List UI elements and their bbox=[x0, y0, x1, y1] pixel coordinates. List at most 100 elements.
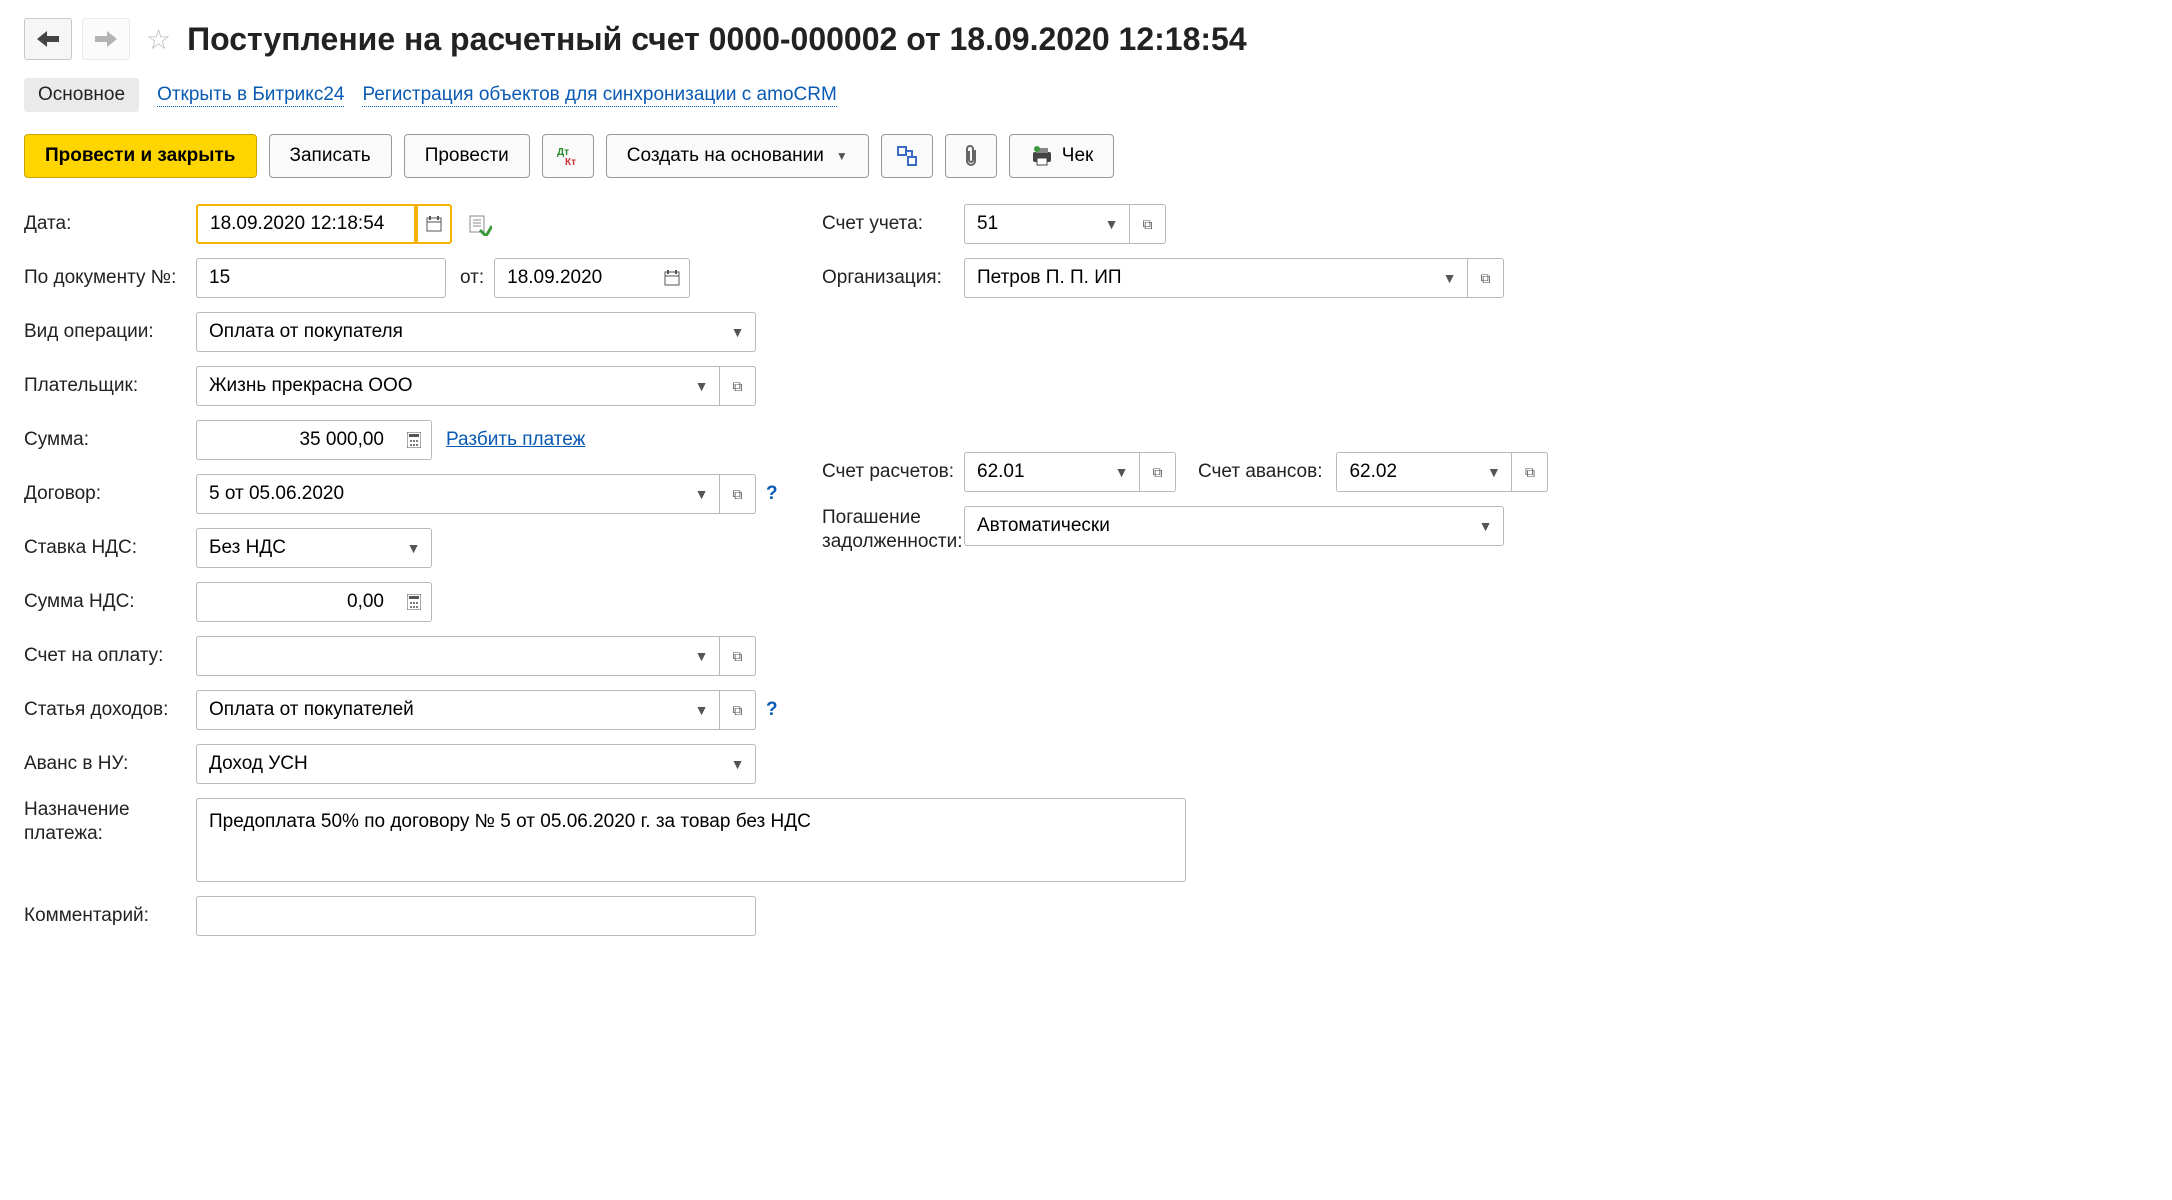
svg-text:Кт: Кт bbox=[565, 157, 576, 167]
comment-field[interactable] bbox=[207, 904, 745, 928]
op-type-label: Вид операции: bbox=[24, 321, 196, 343]
advance-acc-field[interactable] bbox=[1347, 460, 1466, 484]
advance-nu-label: Аванс в НУ: bbox=[24, 753, 196, 775]
vat-rate-dropdown-button[interactable]: ▼ bbox=[396, 528, 432, 568]
doc-no-label: По документу №: bbox=[24, 267, 196, 289]
debit-credit-button[interactable]: Дт Кт bbox=[542, 134, 594, 178]
doc-date-picker-button[interactable] bbox=[654, 258, 690, 298]
calendar-icon bbox=[664, 270, 680, 286]
purpose-field[interactable] bbox=[207, 809, 1175, 871]
chevron-down-icon: ▼ bbox=[695, 648, 709, 664]
structure-button[interactable] bbox=[881, 134, 933, 178]
open-external-icon: ⧉ bbox=[1525, 464, 1535, 481]
purpose-field-wrap bbox=[196, 798, 1186, 882]
settle-acc-label: Счет расчетов: bbox=[804, 461, 964, 483]
doc-no-field[interactable] bbox=[207, 266, 435, 290]
cheque-button[interactable]: Чек bbox=[1009, 134, 1115, 178]
org-label: Организация: bbox=[804, 267, 964, 289]
op-type-dropdown-button[interactable]: ▼ bbox=[720, 312, 756, 352]
debt-repay-dropdown-button[interactable]: ▼ bbox=[1468, 506, 1504, 546]
contract-field[interactable] bbox=[207, 482, 674, 506]
contract-dropdown-button[interactable]: ▼ bbox=[684, 474, 720, 514]
settle-acc-field[interactable] bbox=[975, 460, 1094, 484]
date-picker-button[interactable] bbox=[416, 204, 452, 244]
paperclip-icon bbox=[961, 144, 981, 168]
vat-rate-field[interactable] bbox=[207, 536, 386, 560]
advance-nu-dropdown-button[interactable]: ▼ bbox=[720, 744, 756, 784]
income-item-dropdown-button[interactable]: ▼ bbox=[684, 690, 720, 730]
posted-status-icon bbox=[468, 212, 492, 236]
chevron-down-icon: ▼ bbox=[1443, 270, 1457, 286]
payer-open-button[interactable]: ⧉ bbox=[720, 366, 756, 406]
save-button[interactable]: Записать bbox=[269, 134, 392, 178]
comment-label: Комментарий: bbox=[24, 905, 196, 927]
contract-label: Договор: bbox=[24, 483, 196, 505]
vat-rate-label: Ставка НДС: bbox=[24, 537, 196, 559]
post-button[interactable]: Провести bbox=[404, 134, 530, 178]
tab-bitrix-link[interactable]: Открыть в Битрикс24 bbox=[157, 84, 344, 107]
split-payment-link[interactable]: Разбить платеж bbox=[446, 429, 585, 451]
account-open-button[interactable]: ⧉ bbox=[1130, 204, 1166, 244]
vat-sum-field[interactable] bbox=[207, 590, 386, 614]
account-label: Счет учета: bbox=[804, 213, 964, 235]
chevron-down-icon: ▼ bbox=[1115, 464, 1129, 480]
sum-field[interactable] bbox=[207, 428, 386, 452]
op-type-field[interactable] bbox=[207, 320, 710, 344]
org-dropdown-button[interactable]: ▼ bbox=[1432, 258, 1468, 298]
chevron-down-icon: ▼ bbox=[1487, 464, 1501, 480]
chevron-down-icon: ▼ bbox=[695, 378, 709, 394]
calendar-icon bbox=[426, 216, 442, 232]
advance-acc-dropdown-button[interactable]: ▼ bbox=[1476, 452, 1512, 492]
invoice-label: Счет на оплату: bbox=[24, 645, 196, 667]
chevron-down-icon: ▼ bbox=[731, 324, 745, 340]
tab-amocrm-link[interactable]: Регистрация объектов для синхронизации с… bbox=[362, 84, 836, 107]
page-title: Поступление на расчетный счет 0000-00000… bbox=[187, 21, 1247, 58]
org-open-button[interactable]: ⧉ bbox=[1468, 258, 1504, 298]
invoice-dropdown-button[interactable]: ▼ bbox=[684, 636, 720, 676]
create-based-on-button[interactable]: Создать на основании ▼ bbox=[606, 134, 869, 178]
open-external-icon: ⧉ bbox=[1153, 464, 1163, 481]
settle-acc-open-button[interactable]: ⧉ bbox=[1140, 452, 1176, 492]
settle-acc-dropdown-button[interactable]: ▼ bbox=[1104, 452, 1140, 492]
structure-icon bbox=[896, 145, 918, 167]
debt-repay-field[interactable] bbox=[975, 514, 1458, 538]
contract-help-icon[interactable]: ? bbox=[766, 483, 778, 505]
dt-kt-icon: Дт Кт bbox=[557, 145, 579, 167]
income-item-help-icon[interactable]: ? bbox=[766, 699, 778, 721]
chevron-down-icon: ▼ bbox=[695, 486, 709, 502]
income-item-open-button[interactable]: ⧉ bbox=[720, 690, 756, 730]
payer-dropdown-button[interactable]: ▼ bbox=[684, 366, 720, 406]
account-dropdown-button[interactable]: ▼ bbox=[1094, 204, 1130, 244]
open-external-icon: ⧉ bbox=[733, 648, 743, 665]
account-field[interactable] bbox=[975, 212, 1084, 236]
sum-label: Сумма: bbox=[24, 429, 196, 451]
doc-date-field[interactable] bbox=[505, 266, 644, 290]
open-external-icon: ⧉ bbox=[1481, 270, 1491, 287]
vat-calculator-button[interactable] bbox=[396, 582, 432, 622]
nav-forward-button[interactable] bbox=[82, 18, 130, 60]
chevron-down-icon: ▼ bbox=[1105, 216, 1119, 232]
attachments-button[interactable] bbox=[945, 134, 997, 178]
printer-icon bbox=[1030, 146, 1054, 166]
calculator-icon bbox=[407, 594, 421, 610]
contract-open-button[interactable]: ⧉ bbox=[720, 474, 756, 514]
date-label: Дата: bbox=[24, 213, 196, 235]
advance-acc-open-button[interactable]: ⧉ bbox=[1512, 452, 1548, 492]
favorite-star-icon[interactable]: ☆ bbox=[146, 23, 171, 56]
org-field[interactable] bbox=[975, 266, 1422, 290]
payer-field[interactable] bbox=[207, 374, 674, 398]
calculator-button[interactable] bbox=[396, 420, 432, 460]
chevron-down-icon: ▼ bbox=[731, 756, 745, 772]
nav-back-button[interactable] bbox=[24, 18, 72, 60]
post-and-close-button[interactable]: Провести и закрыть bbox=[24, 134, 257, 178]
income-item-field[interactable] bbox=[207, 698, 674, 722]
advance-nu-field[interactable] bbox=[207, 752, 710, 776]
invoice-field[interactable] bbox=[207, 644, 674, 668]
invoice-open-button[interactable]: ⧉ bbox=[720, 636, 756, 676]
chevron-down-icon: ▼ bbox=[836, 149, 848, 163]
open-external-icon: ⧉ bbox=[733, 702, 743, 719]
income-item-label: Статья доходов: bbox=[24, 699, 196, 721]
advance-acc-label: Счет авансов: bbox=[1176, 461, 1336, 483]
tab-main[interactable]: Основное bbox=[24, 78, 139, 112]
date-field[interactable] bbox=[208, 212, 404, 236]
